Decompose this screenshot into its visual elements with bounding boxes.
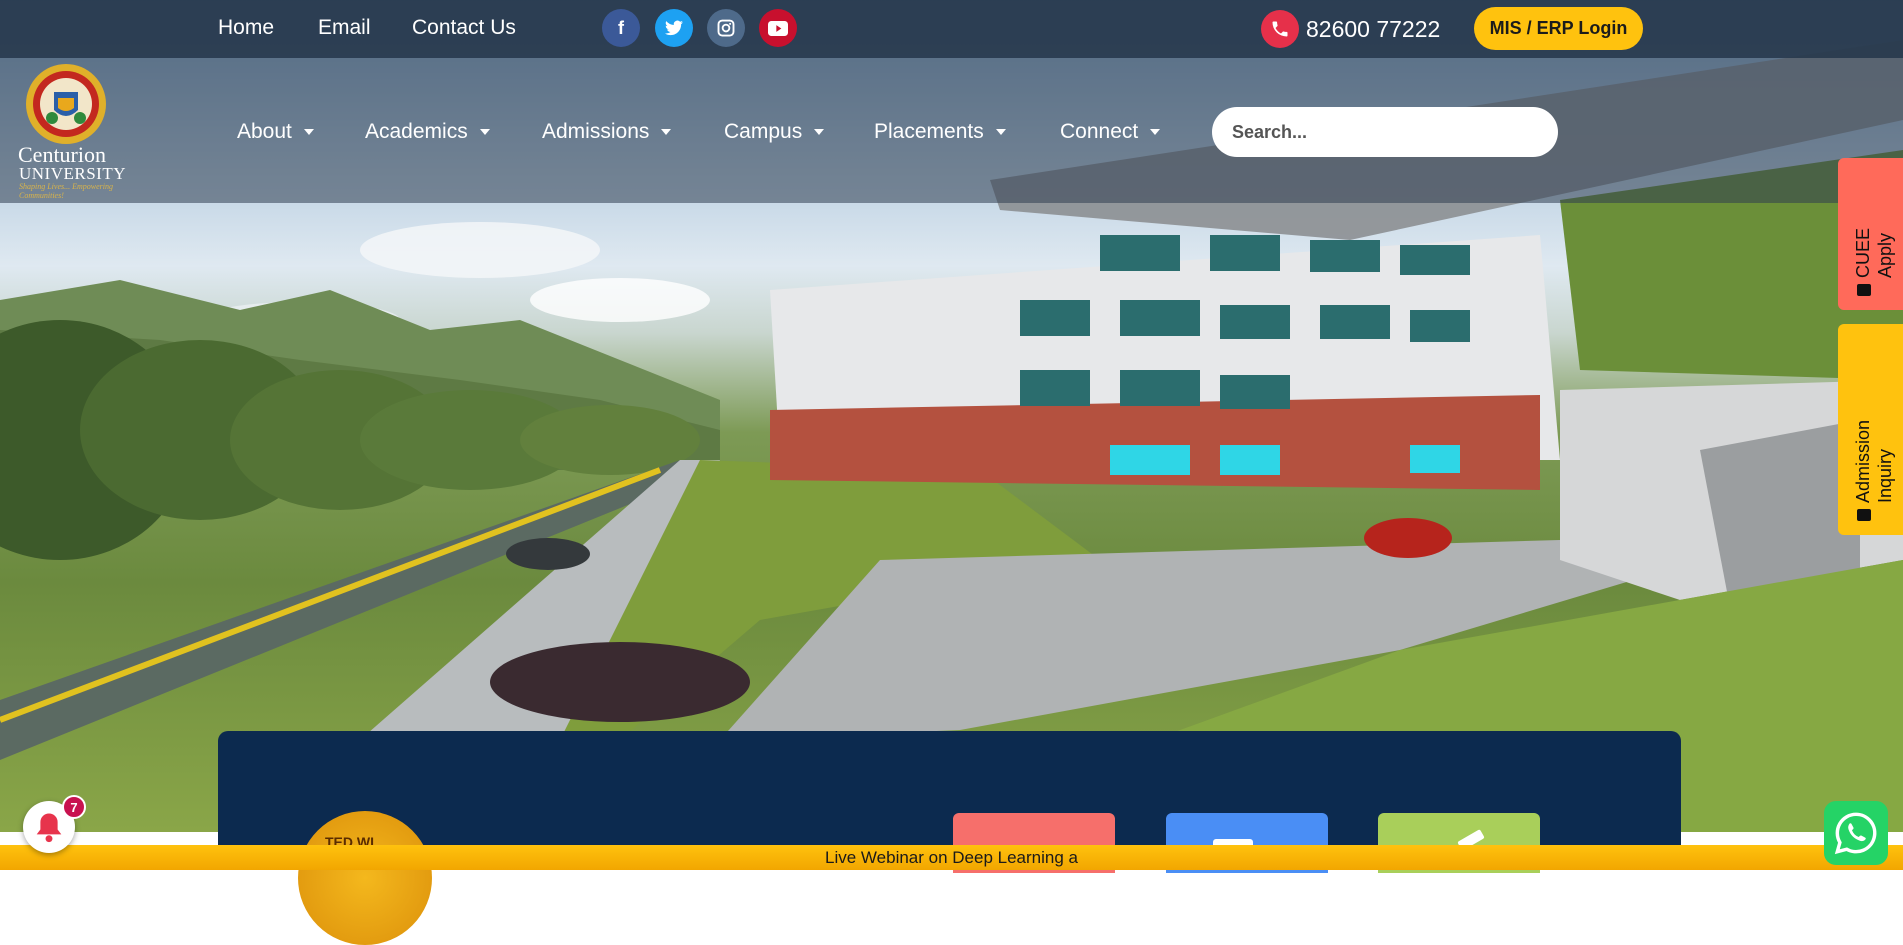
home-link[interactable]: Home bbox=[218, 16, 274, 40]
contact-us-link[interactable]: Contact Us bbox=[412, 16, 516, 40]
cuee-tab-line1: CUEE bbox=[1853, 227, 1873, 278]
nav-placements-label: Placements bbox=[874, 120, 984, 143]
main-navigation: Centurion UNIVERSITY Shaping Lives... Em… bbox=[0, 58, 1903, 203]
phone-number[interactable]: 82600 77222 bbox=[1306, 16, 1440, 43]
admission-inquiry-tab[interactable]: Admission Inquiry bbox=[1838, 324, 1903, 535]
nav-about-label: About bbox=[237, 120, 292, 143]
admission-inquiry-tab-text: Admission Inquiry bbox=[1852, 420, 1896, 521]
notification-count-badge: 7 bbox=[62, 795, 86, 819]
caret-down-icon bbox=[479, 129, 490, 135]
bell-icon bbox=[36, 813, 62, 843]
phone-handset-icon bbox=[1272, 21, 1288, 37]
youtube-play-icon bbox=[768, 20, 788, 36]
nav-connect-label: Connect bbox=[1060, 120, 1139, 143]
cuee-apply-tab-text: CUEE Apply bbox=[1852, 228, 1896, 296]
accreditation-badge-icon bbox=[298, 811, 432, 945]
nav-academics[interactable]: Academics bbox=[365, 120, 490, 144]
highlights-card: TED WI bbox=[218, 731, 1681, 945]
email-link[interactable]: Email bbox=[318, 16, 371, 40]
nav-placements[interactable]: Placements bbox=[874, 120, 1006, 144]
logo-tagline: Shaping Lives... Empowering Communities! bbox=[19, 182, 113, 200]
whatsapp-chat-button[interactable] bbox=[1824, 801, 1888, 865]
caret-down-icon bbox=[303, 129, 314, 135]
top-utility-bar: Home Email Contact Us f 82600 77222 MIS … bbox=[0, 0, 1903, 58]
logo-name-line2: UNIVERSITY bbox=[19, 164, 126, 183]
caret-down-icon bbox=[995, 129, 1006, 135]
whatsapp-icon bbox=[1834, 812, 1877, 855]
clipboard-icon bbox=[1857, 284, 1872, 296]
nav-campus[interactable]: Campus bbox=[724, 120, 825, 144]
phone-icon[interactable] bbox=[1261, 10, 1299, 48]
nav-academics-label: Academics bbox=[365, 120, 468, 143]
inquiry-tab-line2: Inquiry bbox=[1875, 448, 1895, 503]
inquiry-tab-line1: Admission bbox=[1853, 419, 1873, 503]
nav-campus-label: Campus bbox=[724, 120, 803, 143]
nav-about[interactable]: About bbox=[237, 120, 314, 144]
facebook-glyph: f bbox=[618, 17, 624, 38]
nav-admissions-label: Admissions bbox=[542, 120, 650, 143]
twitter-bird-icon bbox=[665, 20, 683, 36]
instagram-camera-icon bbox=[717, 19, 735, 37]
university-emblem-icon bbox=[26, 64, 106, 144]
clipboard-icon bbox=[1857, 509, 1872, 521]
search-input[interactable] bbox=[1212, 107, 1558, 157]
caret-down-icon bbox=[1150, 129, 1161, 135]
mis-erp-login-button[interactable]: MIS / ERP Login bbox=[1474, 7, 1643, 50]
twitter-icon[interactable] bbox=[655, 9, 693, 47]
news-ticker[interactable]: Live Webinar on Deep Learning a bbox=[0, 845, 1903, 870]
nav-connect[interactable]: Connect bbox=[1060, 120, 1161, 144]
youtube-icon[interactable] bbox=[759, 9, 797, 47]
cuee-tab-line2: Apply bbox=[1875, 232, 1895, 278]
instagram-icon[interactable] bbox=[707, 9, 745, 47]
caret-down-icon bbox=[661, 129, 672, 135]
caret-down-icon bbox=[814, 129, 825, 135]
nav-admissions[interactable]: Admissions bbox=[542, 120, 672, 144]
ticker-text[interactable]: Live Webinar on Deep Learning a bbox=[825, 848, 1078, 868]
cuee-apply-tab[interactable]: CUEE Apply bbox=[1838, 158, 1903, 310]
facebook-icon[interactable]: f bbox=[602, 9, 640, 47]
